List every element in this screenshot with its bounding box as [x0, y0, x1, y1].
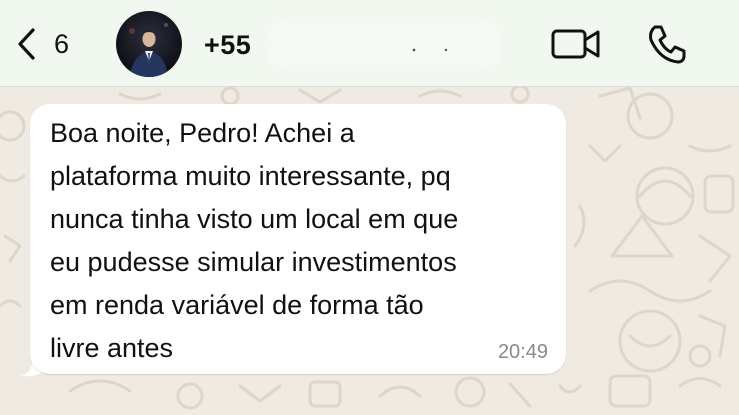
message-timestamp: 20:49 [497, 341, 548, 363]
message-text: Boa noite, Pedro! Achei a plataforma mui… [50, 118, 459, 363]
contact-avatar[interactable] [116, 11, 182, 77]
incoming-message-bubble[interactable]: Boa noite, Pedro! Achei a plataforma mui… [30, 104, 566, 374]
back-button[interactable]: 6 [16, 27, 86, 61]
contact-name[interactable]: +55 [204, 27, 251, 63]
unread-count: 6 [54, 29, 70, 59]
redaction-residue [412, 48, 448, 52]
voice-call-button[interactable] [646, 23, 688, 65]
video-call-button[interactable] [551, 27, 601, 61]
chat-header: 6 +55 [0, 0, 739, 87]
video-camera-icon [551, 29, 600, 59]
chevron-left-icon [18, 28, 35, 60]
phone-icon [649, 25, 686, 64]
avatar-photo [116, 11, 182, 77]
